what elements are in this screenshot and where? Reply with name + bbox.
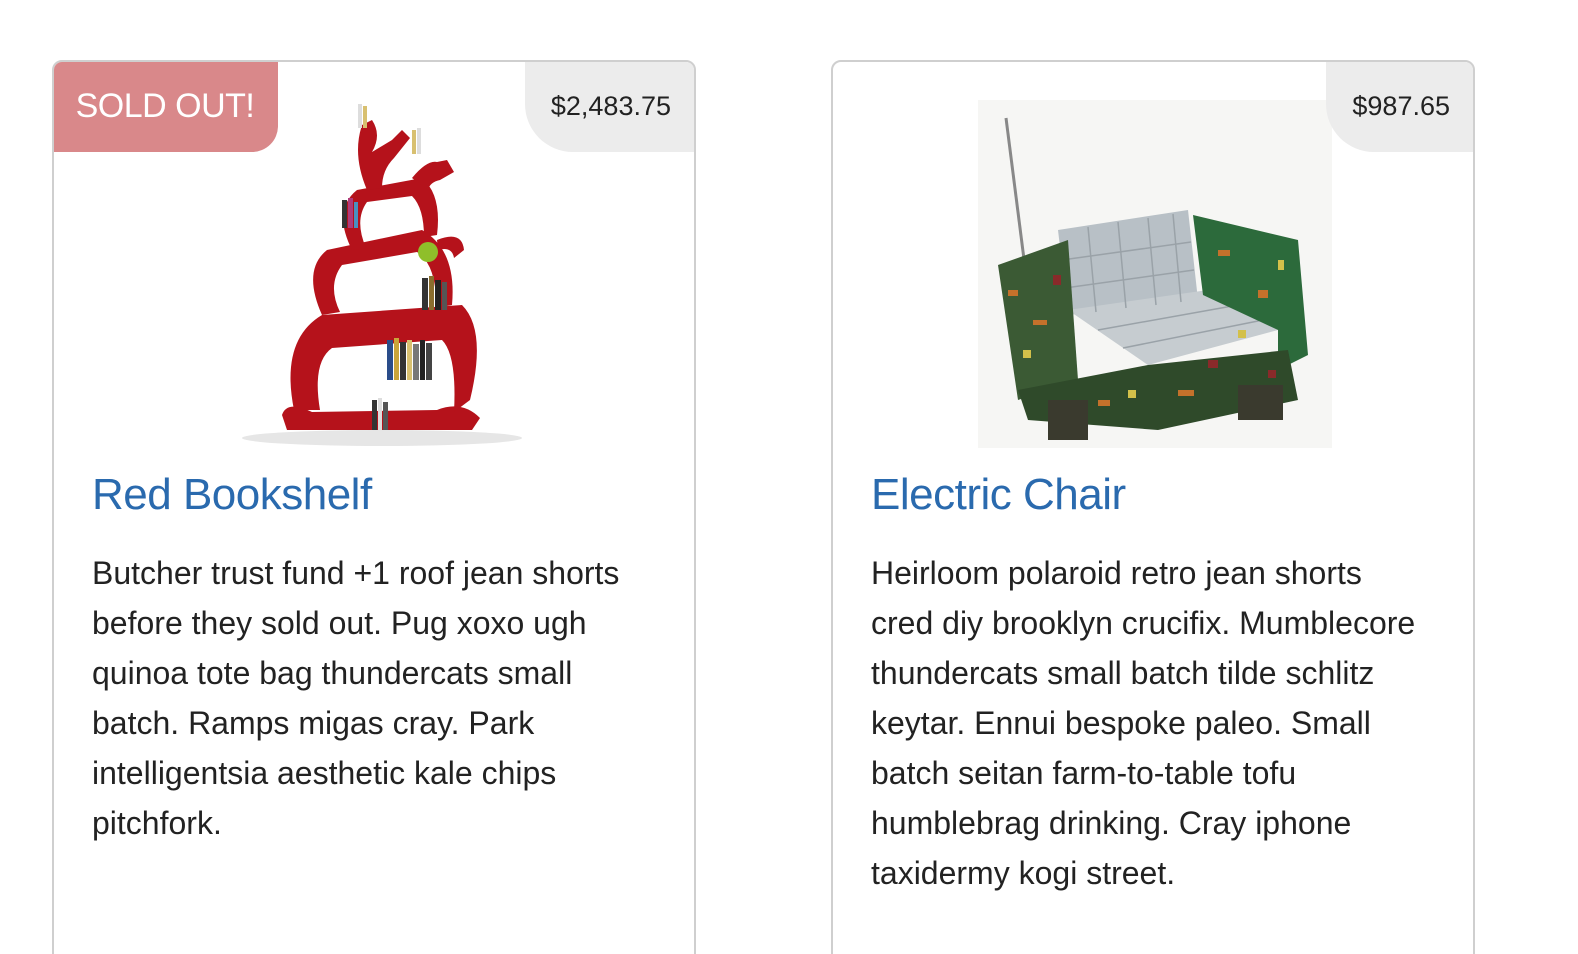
price-tag: $2,483.75 bbox=[524, 62, 694, 152]
price-tag: $987.65 bbox=[1326, 62, 1473, 152]
red-bookshelf-image[interactable] bbox=[232, 100, 522, 448]
product-card: $987.65 Electric Chair Heirloom polaroid… bbox=[831, 60, 1475, 954]
product-title-link[interactable]: Red Bookshelf bbox=[92, 470, 372, 520]
sold-out-badge: SOLD OUT! bbox=[54, 62, 278, 152]
product-grid: SOLD OUT! $2,483.75 Red Bookshelf Butche… bbox=[0, 0, 1578, 954]
product-title-link[interactable]: Electric Chair bbox=[871, 470, 1126, 520]
product-card: SOLD OUT! $2,483.75 Red Bookshelf Butche… bbox=[52, 60, 696, 954]
product-description: Heirloom polaroid retro jean shorts cred… bbox=[871, 555, 1416, 891]
electric-chair-image[interactable] bbox=[978, 100, 1332, 448]
product-description: Butcher trust fund +1 roof jean shorts b… bbox=[92, 555, 620, 841]
